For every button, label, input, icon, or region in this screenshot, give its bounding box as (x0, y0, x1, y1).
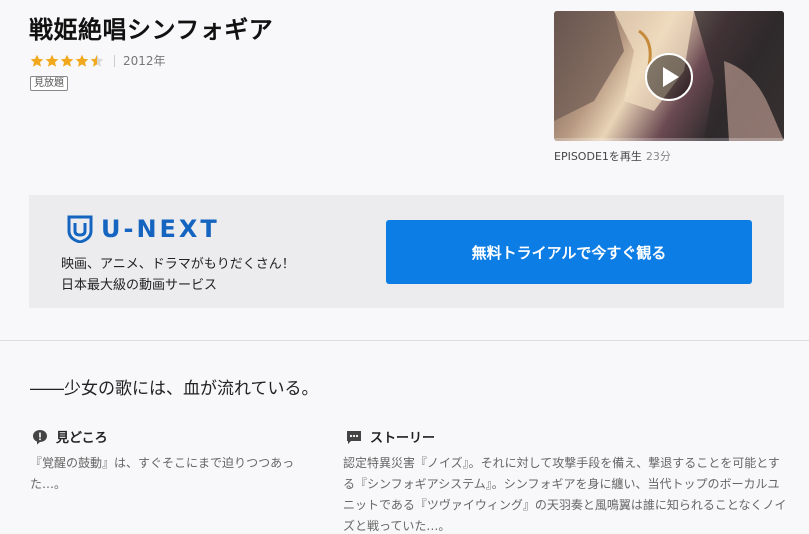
promo-tagline: 映画、アニメ、ドラマがもりだくさん！ (61, 257, 295, 272)
release-year: 2012年 (123, 54, 166, 68)
star-icon (30, 54, 44, 67)
speech-bubble-exclamation-icon (33, 429, 47, 444)
episode-play-link[interactable]: EPISODE1を再生 23分 (554, 148, 671, 164)
speech-bubble-dots-icon (347, 430, 361, 444)
page-title: 戦姫絶唱シンフォギア (29, 16, 274, 44)
u-next-logo: U-NEXT (67, 215, 220, 243)
progress-track (554, 138, 784, 141)
promo-subtagline: 日本最大級の動画サービス (61, 278, 218, 293)
star-icon (45, 54, 59, 67)
free-trial-button[interactable]: 無料トライアルで今すぐ観る (386, 220, 752, 284)
play-button[interactable] (645, 53, 693, 101)
episode-label: EPISODE1を再生 (554, 150, 642, 163)
divider (114, 54, 115, 67)
star-icon (90, 54, 104, 67)
star-rating (30, 54, 104, 68)
section-divider (0, 340, 809, 341)
u-next-promo-banner: U-NEXT 映画、アニメ、ドラマがもりだくさん！ 日本最大級の動画サービス 無… (29, 195, 784, 308)
u-next-shield-icon (67, 215, 93, 243)
star-icon (75, 54, 89, 67)
story-text: 認定特異災害『ノイズ』。それに対して攻撃手段を備え、撃退することを可能とする『シ… (343, 456, 787, 533)
highlights-title: 見どころ (56, 431, 108, 446)
catchphrase: ――少女の歌には、血が流れている。 (30, 379, 319, 399)
play-icon (663, 67, 679, 87)
highlights-heading: 見どころ (32, 427, 108, 446)
story-title: ストーリー (370, 431, 436, 446)
logo-text: U-NEXT (101, 215, 220, 243)
video-thumbnail[interactable] (554, 11, 784, 141)
episode-duration: 23分 (645, 150, 671, 163)
meta-row: 2012年 (30, 52, 166, 69)
unlimited-badge: 見放題 (30, 76, 68, 91)
star-icon (60, 54, 74, 67)
highlights-text: 『覚醒の鼓動』は、すぐそこにまで迫りつつあった…。 (30, 456, 295, 491)
story-heading: ストーリー (346, 427, 435, 446)
